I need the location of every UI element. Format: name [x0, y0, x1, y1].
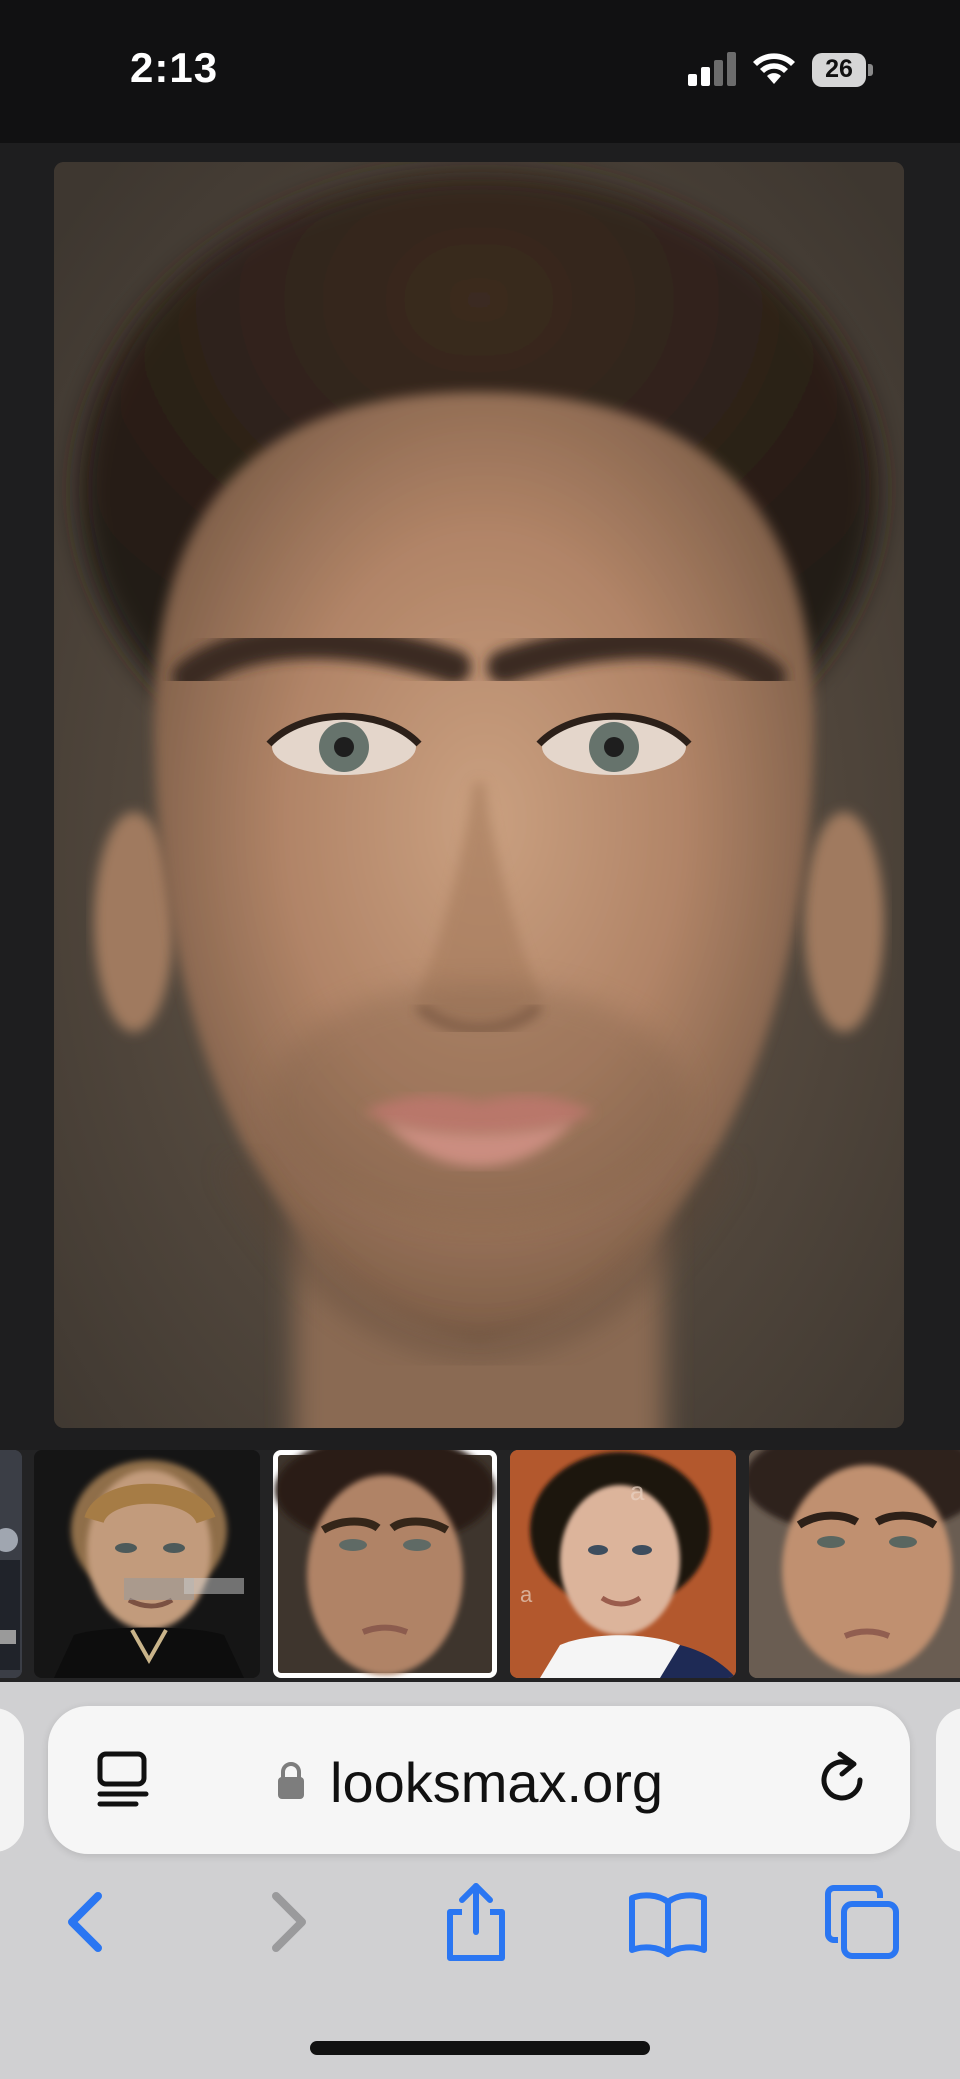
home-indicator[interactable]	[310, 2041, 650, 2055]
thumbnail-composite-2[interactable]	[749, 1450, 960, 1678]
thumbnail-composite-selected[interactable]	[273, 1450, 497, 1678]
battery-icon: 26	[812, 53, 874, 87]
thumbnail-partial-image	[0, 1450, 22, 1678]
thumbnail-composite-2-image	[749, 1450, 960, 1678]
browser-chrome: looksmax.org	[0, 1682, 960, 2079]
svg-text:a: a	[630, 1476, 645, 1506]
reader-page-icon[interactable]	[96, 1750, 150, 1808]
wifi-icon	[753, 53, 795, 84]
status-bar: 2:13 26	[0, 0, 960, 143]
status-time: 2:13	[130, 44, 219, 91]
thumbnail-partial[interactable]	[0, 1450, 22, 1678]
thumbnail-celebrity[interactable]	[34, 1450, 260, 1678]
svg-text:a: a	[520, 1582, 533, 1607]
thumbnail-young-man-image: a a	[510, 1450, 736, 1678]
share-button[interactable]	[436, 1882, 516, 1962]
thumbnail-young-man[interactable]: a a	[510, 1450, 736, 1678]
thumbnail-strip[interactable]: a a	[0, 1450, 960, 1682]
battery-level: 26	[825, 55, 853, 83]
reload-icon[interactable]	[814, 1750, 872, 1808]
url-text[interactable]: looksmax.org	[330, 1750, 663, 1815]
lock-icon	[278, 1762, 304, 1799]
main-photo[interactable]	[54, 162, 904, 1428]
tabs-button[interactable]	[822, 1882, 902, 1962]
thumbnail-composite-image	[275, 1450, 495, 1675]
forward-button[interactable]	[248, 1882, 328, 1962]
image-viewer[interactable]	[0, 143, 960, 1450]
face-illustration	[54, 162, 904, 1428]
bookmarks-button[interactable]	[628, 1882, 708, 1962]
previous-tab-peek[interactable]	[0, 1708, 24, 1852]
next-tab-peek[interactable]	[936, 1708, 960, 1852]
thumbnail-celebrity-image	[34, 1450, 260, 1678]
back-button[interactable]	[46, 1882, 126, 1962]
cellular-signal-icon	[688, 52, 736, 86]
address-bar[interactable]: looksmax.org	[48, 1706, 910, 1854]
